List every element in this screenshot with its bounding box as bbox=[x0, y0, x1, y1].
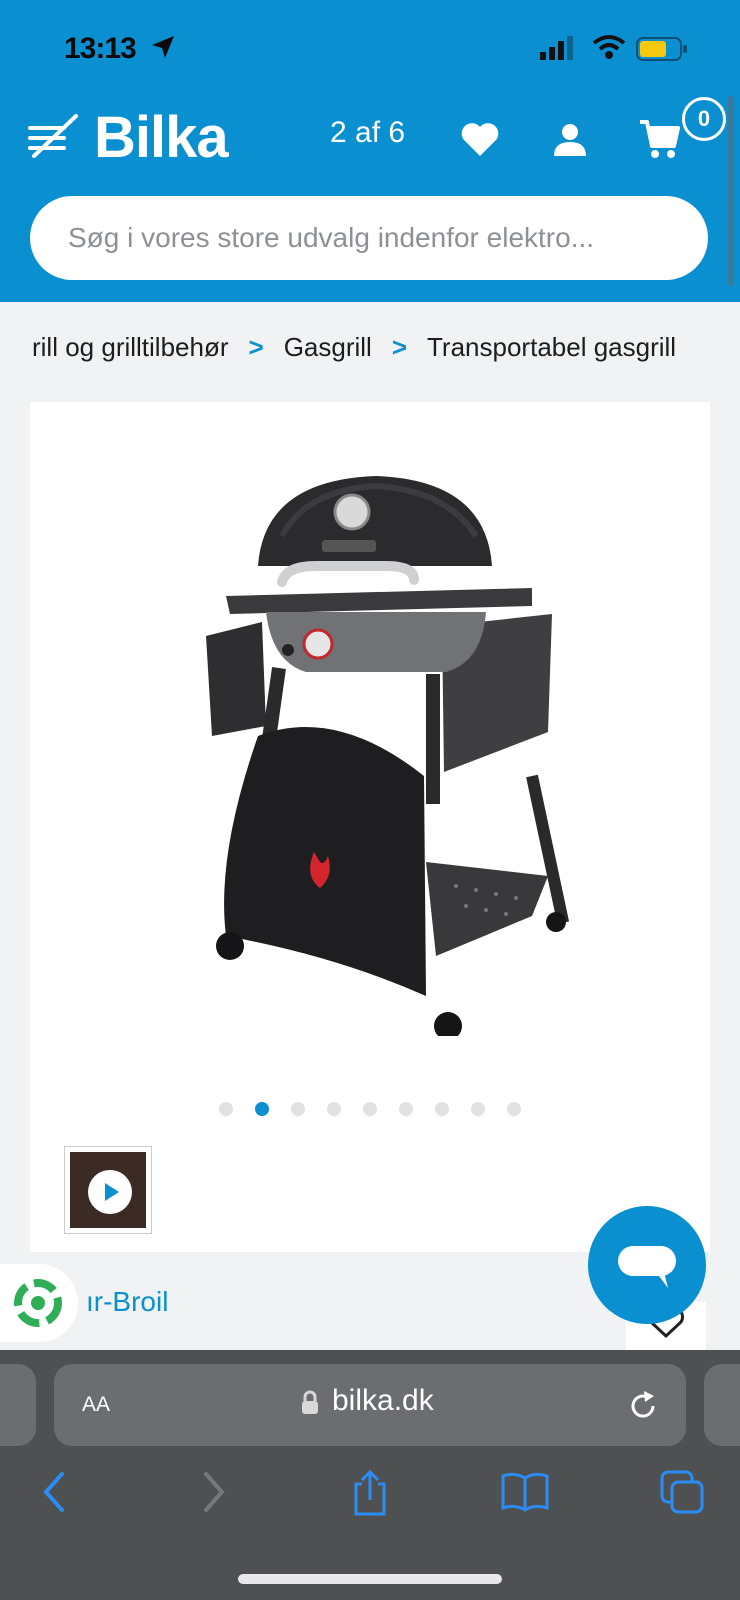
play-icon[interactable] bbox=[88, 1170, 132, 1214]
recycle-badge[interactable] bbox=[0, 1264, 78, 1342]
gallery-dot[interactable] bbox=[435, 1102, 449, 1116]
recycle-icon bbox=[14, 1279, 62, 1327]
forward-icon[interactable] bbox=[198, 1470, 228, 1514]
wifi-icon bbox=[592, 35, 626, 59]
gallery-dots bbox=[30, 1102, 710, 1121]
status-time: 13:13 bbox=[64, 32, 137, 65]
search-input[interactable]: Søg i vores store udvalg indenfor elektr… bbox=[30, 196, 708, 280]
url-text[interactable]: bilka.dk bbox=[332, 1384, 434, 1418]
share-icon[interactable] bbox=[350, 1470, 390, 1516]
bookmarks-icon[interactable] bbox=[500, 1470, 550, 1514]
cart-icon[interactable] bbox=[638, 118, 682, 162]
home-indicator bbox=[238, 1574, 502, 1584]
gallery-dot[interactable] bbox=[327, 1102, 341, 1116]
scroll-indicator bbox=[728, 96, 734, 286]
heart-icon[interactable] bbox=[460, 122, 500, 158]
gallery-dot[interactable] bbox=[363, 1102, 377, 1116]
bilka-logo[interactable]: Bilka bbox=[94, 104, 229, 171]
back-icon[interactable] bbox=[40, 1470, 70, 1514]
battery-icon bbox=[636, 37, 687, 61]
chevron-right-icon: > bbox=[248, 331, 264, 362]
gallery-dot[interactable] bbox=[219, 1102, 233, 1116]
gallery-dot[interactable] bbox=[471, 1102, 485, 1116]
breadcrumb-item[interactable]: Gasgrill bbox=[284, 332, 372, 363]
chat-bubble-icon bbox=[618, 1246, 676, 1288]
location-arrow-icon bbox=[152, 36, 174, 58]
signal-icon bbox=[540, 36, 573, 60]
tabs-icon[interactable] bbox=[660, 1470, 706, 1514]
gallery-dot[interactable] bbox=[399, 1102, 413, 1116]
product-gallery bbox=[30, 402, 710, 1252]
gallery-dot-active[interactable] bbox=[255, 1102, 269, 1116]
previous-tab-pill[interactable] bbox=[0, 1364, 36, 1446]
reader-settings-button[interactable]: AA bbox=[82, 1386, 110, 1418]
chat-button[interactable] bbox=[588, 1206, 706, 1324]
reload-icon[interactable] bbox=[626, 1389, 660, 1423]
breadcrumb-item[interactable]: rill og grilltilbehør bbox=[32, 332, 229, 363]
lock-icon bbox=[302, 1390, 318, 1414]
brand-link[interactable]: ır-Broil bbox=[86, 1286, 168, 1318]
product-image[interactable] bbox=[186, 436, 586, 1036]
breadcrumb: rill og grilltilbehør > Gasgrill > Transport… bbox=[32, 330, 676, 370]
cart-count-badge[interactable]: 0 bbox=[682, 97, 726, 141]
user-icon[interactable] bbox=[552, 122, 588, 158]
menu-icon[interactable] bbox=[26, 114, 80, 158]
site-header: 13:13 Bilka 2 af 6 0 Søg i vores store u… bbox=[0, 0, 740, 302]
video-thumbnail[interactable] bbox=[64, 1146, 152, 1234]
next-tab-pill[interactable] bbox=[704, 1364, 740, 1446]
video-preview bbox=[70, 1152, 146, 1228]
breadcrumb-item[interactable]: Transportabel gasgrill bbox=[427, 332, 676, 363]
page-counter: 2 af 6 bbox=[330, 116, 406, 149]
chevron-right-icon: > bbox=[391, 331, 408, 362]
gallery-dot[interactable] bbox=[291, 1102, 305, 1116]
gallery-dot[interactable] bbox=[507, 1102, 521, 1116]
